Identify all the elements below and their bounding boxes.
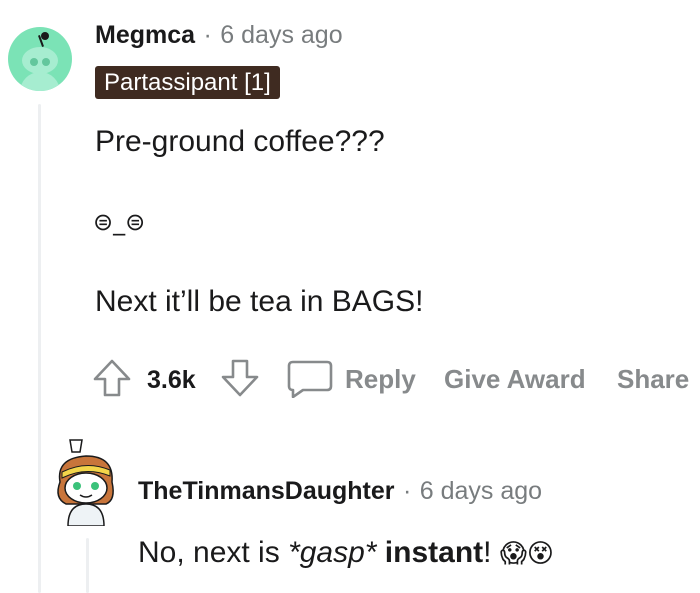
give-award-button[interactable]: Give Award [444,364,586,395]
comment-line-1: Pre-ground coffee??? [95,125,385,158]
username[interactable]: TheTinmansDaughter [138,477,395,505]
downvote-icon[interactable] [220,358,260,398]
vote-score: 3.6k [147,366,196,394]
text-bold: instant [376,536,484,569]
comment-line-3: Next it’ll be tea in BAGS! [95,285,424,318]
reply-button[interactable]: Reply [345,364,416,395]
avatar[interactable] [52,438,122,527]
upvote-icon[interactable] [92,358,132,398]
scream-emoji-icon: 😱 [499,538,527,568]
separator: · [203,21,212,49]
user-flair: Partassipant [1] [95,66,280,99]
comment-text: No, next is *gasp* instant! 😱😵 [138,536,554,570]
timestamp[interactable]: 6 days ago [420,477,542,505]
thread-line-collapse[interactable] [38,104,41,593]
thread-line-child[interactable] [86,538,89,593]
text-suffix: ! [483,536,500,569]
separator: · [402,477,412,505]
dizzy-face-emoji-icon: 😵 [526,538,555,568]
comment-header: TheTinmansDaughter · 6 days ago [138,477,542,506]
username[interactable]: Megmca [95,21,195,49]
text-italic: *gasp* [288,536,377,569]
text-prefix: No, next is [138,536,289,569]
comment-line-2: ⊜_⊜ [93,208,146,236]
share-button[interactable]: Share [617,364,689,395]
avatar[interactable] [8,27,72,91]
reply-icon[interactable] [287,360,333,399]
comment-header: Megmca · 6 days ago [95,21,343,50]
timestamp[interactable]: 6 days ago [220,21,342,49]
